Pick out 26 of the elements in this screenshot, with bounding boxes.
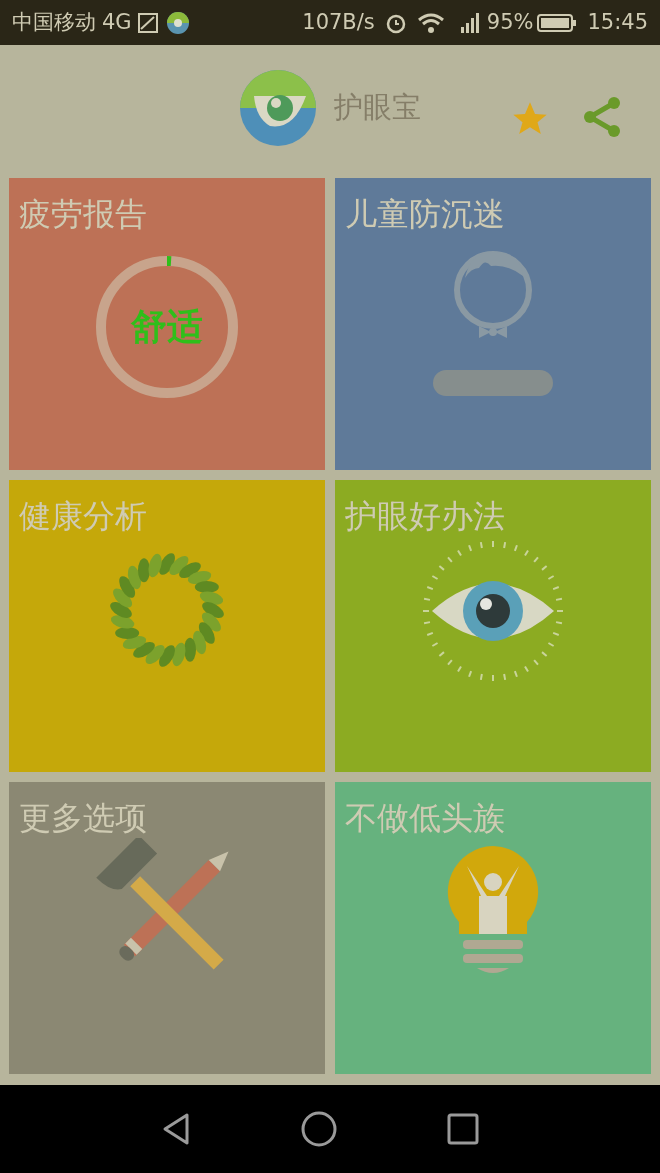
back-icon[interactable] <box>161 1112 191 1146</box>
feature-tile[interactable]: 护眼好办法 <box>335 480 651 772</box>
tile-title: 护眼好办法 <box>345 496 505 536</box>
feature-tile[interactable]: 儿童防沉迷 <box>335 178 651 470</box>
battery-icon <box>537 12 578 33</box>
tile-title: 更多选项 <box>19 798 147 838</box>
app-icon <box>165 10 190 35</box>
home-icon[interactable] <box>301 1111 337 1147</box>
clock-time: 15:45 <box>587 8 648 36</box>
image-icon <box>137 12 158 33</box>
wreath-icon <box>107 550 227 670</box>
recent-apps-icon[interactable] <box>447 1113 479 1145</box>
feature-tile[interactable]: 更多选项 <box>9 782 325 1074</box>
carrier-name: 中国移动 <box>12 8 96 36</box>
tile-title: 疲劳报告 <box>19 194 147 234</box>
comfort-status: 舒适 <box>131 309 203 345</box>
feature-tile[interactable]: 不做低头族 <box>335 782 651 1074</box>
tile-title: 不做低头族 <box>345 798 505 838</box>
battery-percent: 95% <box>486 8 534 36</box>
tile-title: 健康分析 <box>19 496 147 536</box>
network-speed: 107B/s <box>302 8 375 36</box>
feature-tile[interactable]: 疲劳报告 舒适 <box>9 178 325 470</box>
feature-tile[interactable]: 健康分析 <box>9 480 325 772</box>
tile-title: 儿童防沉迷 <box>345 194 505 234</box>
network-type: 4G <box>102 8 132 36</box>
wifi-icon <box>416 11 445 34</box>
